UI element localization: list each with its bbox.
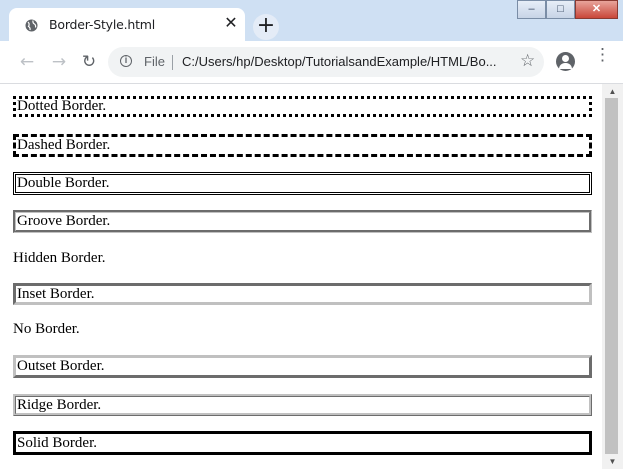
minimize-button[interactable]: ‒ — [517, 0, 546, 19]
tab-title: Border-Style.html — [49, 17, 156, 32]
ridge-border-box: Ridge Border. — [13, 394, 592, 416]
more-menu-icon[interactable]: ⋮ — [594, 46, 611, 73]
address-separator — [172, 55, 173, 70]
groove-border-box: Groove Border. — [13, 210, 592, 233]
vertical-scrollbar[interactable]: ▲ ▼ — [602, 84, 623, 469]
scroll-up-icon[interactable]: ▲ — [602, 84, 623, 99]
reload-icon[interactable]: ↻ — [78, 51, 100, 73]
no-border-box: No Border. — [13, 321, 80, 337]
inset-border-box: Inset Border. — [13, 283, 592, 305]
scrollbar-thumb[interactable] — [605, 98, 618, 454]
page-viewport: Dotted Border. Dashed Border. Double Bor… — [0, 84, 602, 469]
dotted-border-box: Dotted Border. — [13, 96, 592, 117]
info-icon[interactable]: i — [120, 55, 132, 67]
browser-toolbar: ← → ↻ i File C:/Users/hp/Desktop/Tutoria… — [0, 41, 623, 84]
maximize-button[interactable]: □ — [546, 0, 575, 19]
account-circle-icon[interactable] — [556, 52, 575, 71]
globe-icon — [25, 19, 38, 32]
hidden-border-box: Hidden Border. — [13, 250, 106, 266]
outset-border-box: Outset Border. — [13, 355, 592, 378]
window-close-button[interactable]: ✕ — [575, 0, 618, 19]
title-bar: Border-Style.html ✕ + ‒ □ ✕ — [0, 0, 623, 41]
url-text[interactable]: C:/Users/hp/Desktop/TutorialsandExample/… — [182, 54, 510, 69]
back-arrow-icon[interactable]: ← — [16, 51, 38, 73]
address-bar[interactable]: i File C:/Users/hp/Desktop/TutorialsandE… — [108, 47, 544, 77]
scheme-label: File — [144, 54, 165, 69]
forward-arrow-icon[interactable]: → — [48, 51, 70, 73]
dashed-border-box: Dashed Border. — [13, 134, 592, 157]
tab-border-style[interactable]: Border-Style.html ✕ — [9, 8, 245, 41]
tab-close-icon[interactable]: ✕ — [223, 16, 239, 32]
new-tab-button[interactable]: + — [253, 14, 279, 40]
solid-border-box: Solid Border. — [13, 431, 592, 455]
scroll-down-icon[interactable]: ▼ — [602, 454, 623, 469]
double-border-box: Double Border. — [13, 172, 592, 195]
bookmark-star-icon[interactable]: ☆ — [520, 51, 535, 71]
